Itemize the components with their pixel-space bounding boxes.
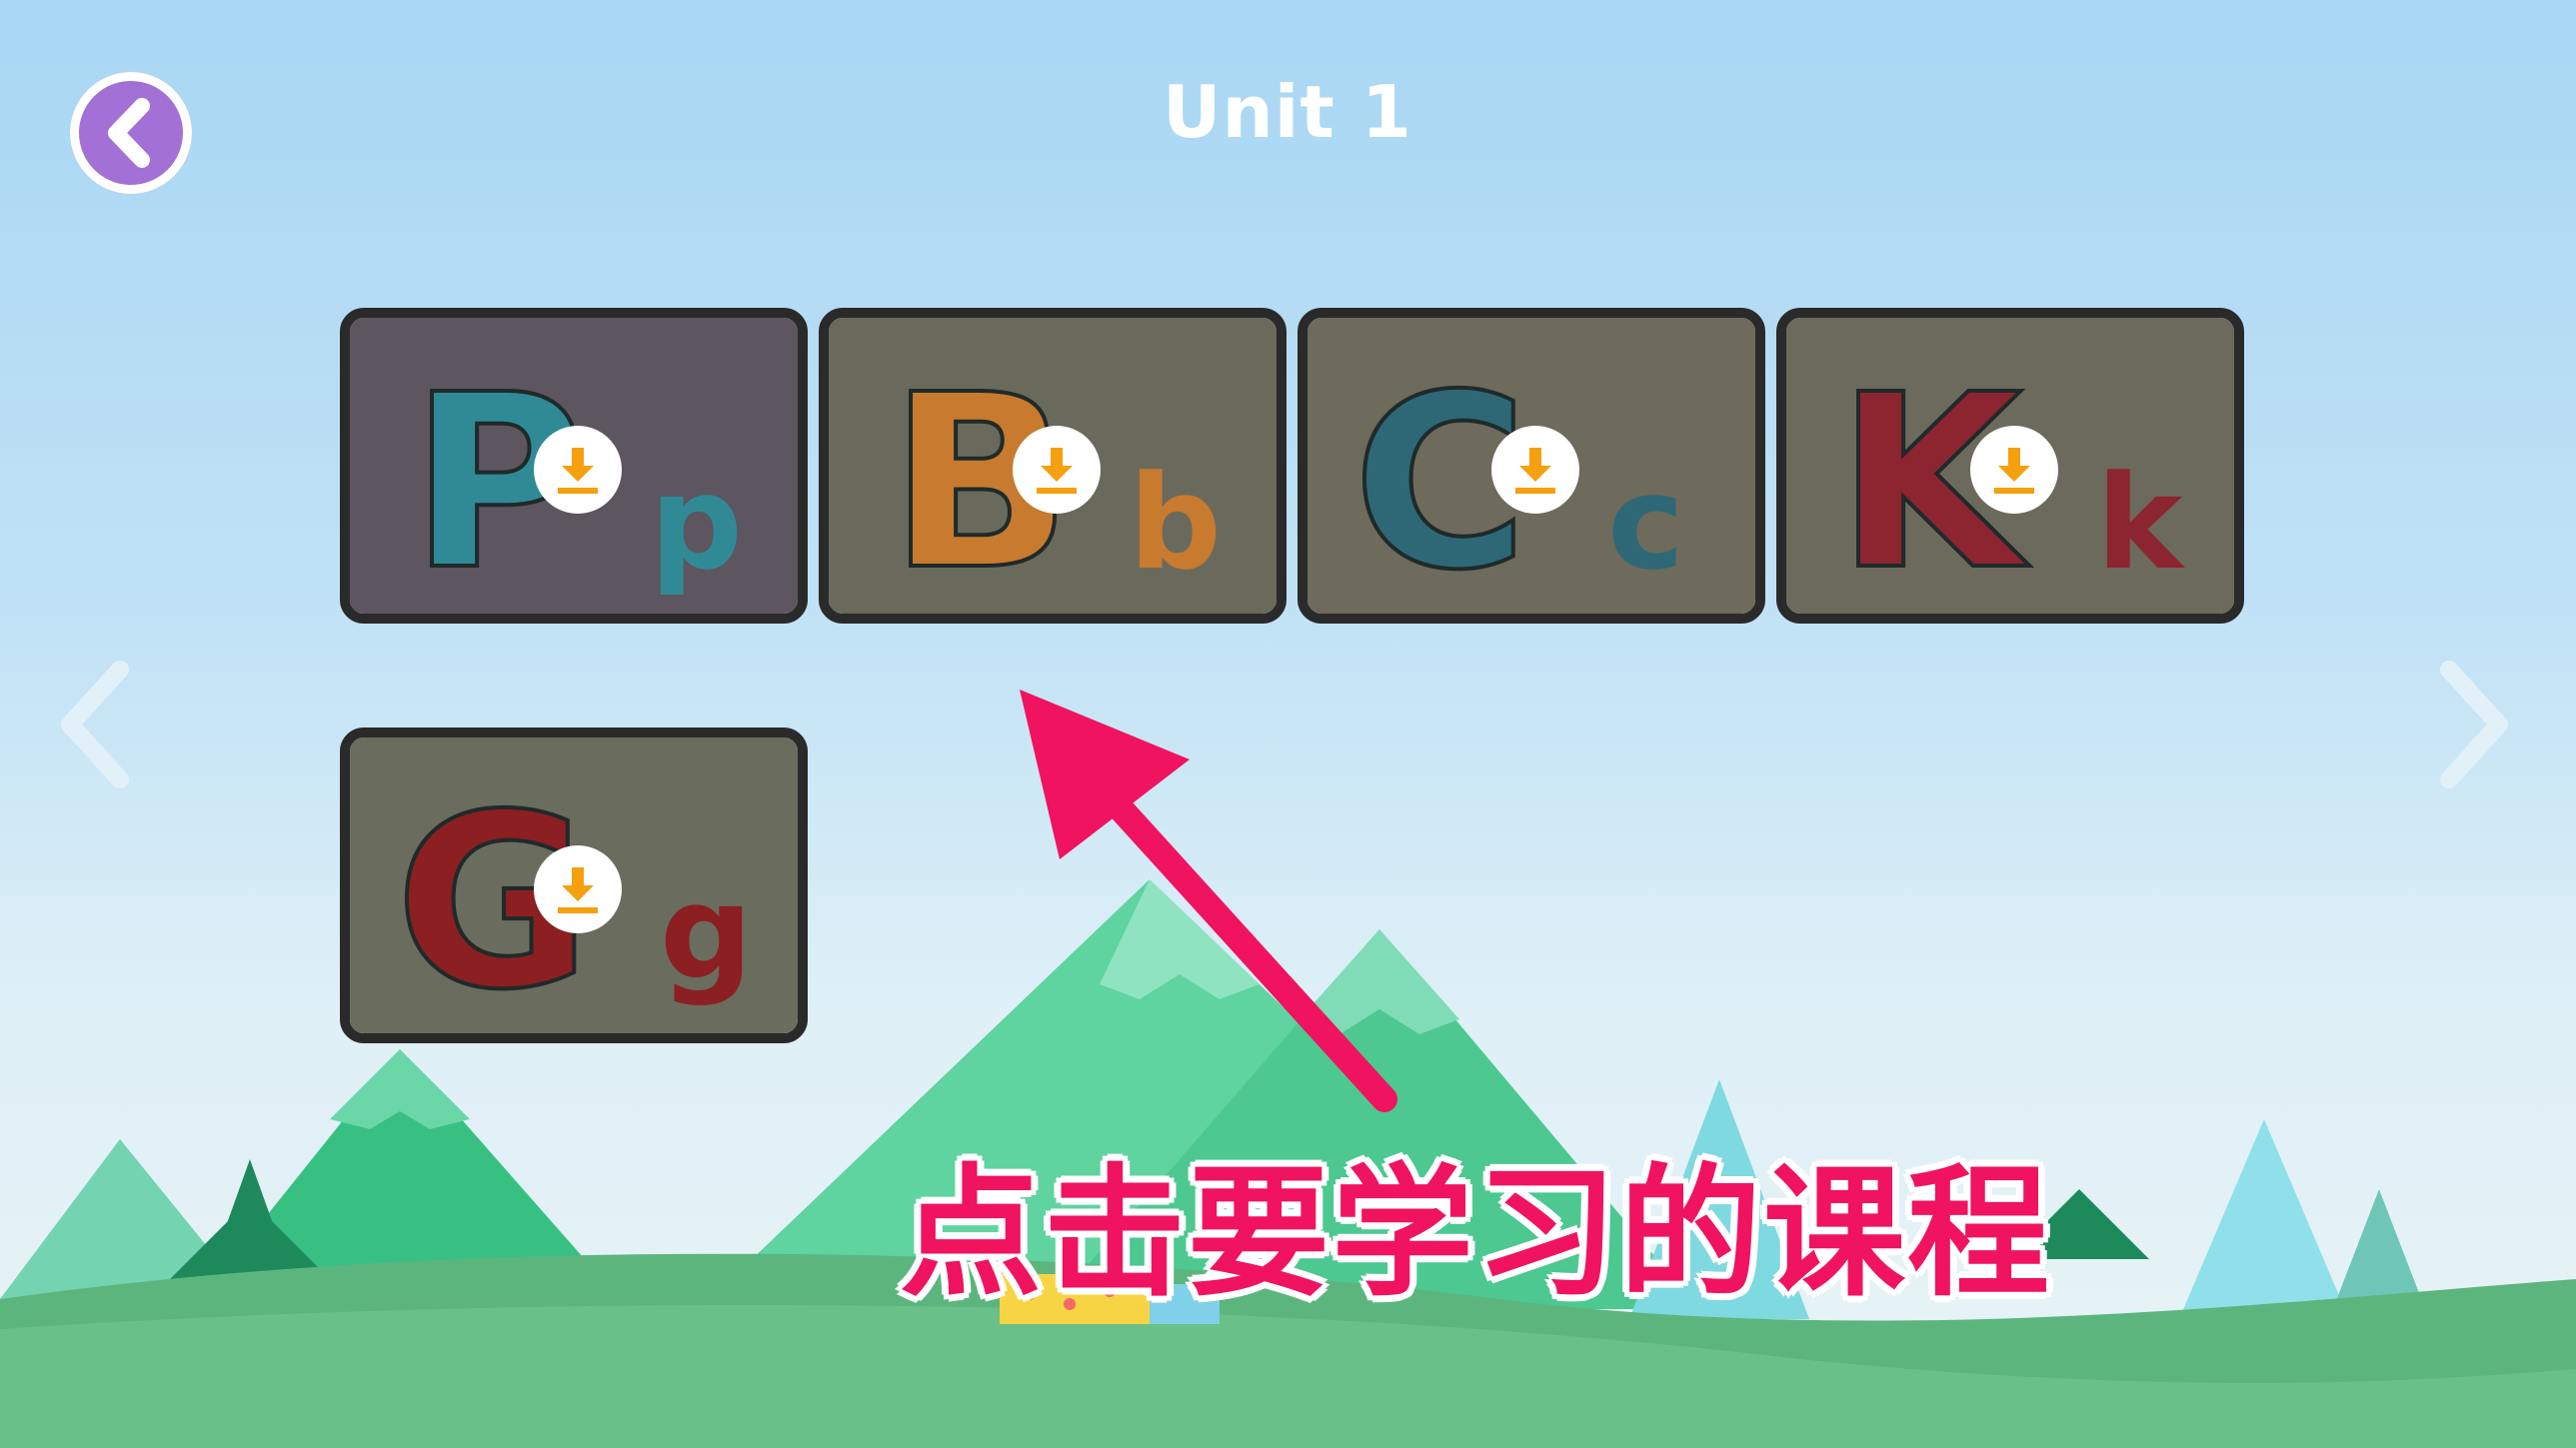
lesson-select-screen: Unit 1 P p B b C c K k G g 点击要学习的课程 — [0, 0, 2576, 1448]
annotation-caption: 点击要学习的课程 — [900, 1151, 2051, 1316]
